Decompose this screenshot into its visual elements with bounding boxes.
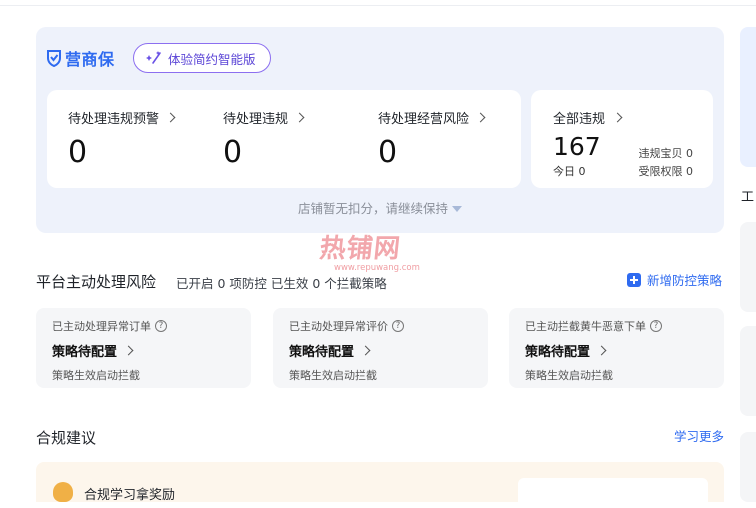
stat-label: 待处理违规 — [223, 108, 305, 127]
risk-card-scalper-orders: 已主动拦截黄牛恶意下单? 策略待配置 策略生效启动拦截 — [509, 308, 724, 388]
stat-pending-warning[interactable]: 待处理违规预警 0 — [68, 108, 176, 170]
risk-card-foot: 策略生效启动拦截 — [52, 369, 140, 382]
score-status-text: 店铺暂无扣分，请继续保持 — [297, 201, 448, 216]
stat-value: 0 — [223, 135, 243, 170]
configure-strategy-link[interactable]: 策略待配置 — [52, 341, 134, 360]
all-violations-value: 167 — [553, 132, 601, 161]
watermark: 热铺网 www.repuwang.com — [318, 228, 440, 278]
stat-value: 0 — [68, 135, 88, 170]
try-smart-edition-button[interactable]: 体验简约智能版 — [133, 43, 271, 73]
configure-strategy-link[interactable]: 策略待配置 — [289, 341, 371, 360]
add-strategy-label: 新增防控策略 — [647, 273, 723, 288]
violation-items-count: 违规宝贝 0 — [638, 147, 694, 160]
add-strategy-button[interactable]: 新增防控策略 — [627, 270, 722, 289]
top-divider — [0, 0, 756, 6]
shield-check-icon — [47, 50, 61, 67]
chevron-right-icon — [165, 112, 176, 123]
stat-label: 待处理经营风险 — [378, 108, 486, 127]
compliance-reward-card[interactable]: 合规学习拿奖励 — [36, 462, 724, 508]
right-panel-card[interactable] — [740, 326, 756, 416]
stat-pending-business-risk[interactable]: 待处理经营风险 0 — [378, 108, 486, 170]
all-violations-label: 全部违规 — [553, 108, 623, 127]
chevron-right-icon — [123, 345, 134, 356]
platform-risk-subtitle: 已开启 0 项防控 已生效 0 个拦截策略 — [176, 276, 387, 291]
pending-stats-panel: 待处理违规预警 0 待处理违规 0 待处理经营风险 0 — [47, 90, 521, 188]
risk-card-head: 已主动处理异常订单? — [52, 318, 167, 334]
help-icon[interactable]: ? — [650, 320, 662, 332]
reward-card-inner — [518, 478, 708, 508]
right-panel-card[interactable] — [740, 222, 756, 312]
score-status-toggle[interactable]: 店铺暂无扣分，请继续保持 — [36, 198, 724, 217]
chevron-right-icon — [596, 345, 607, 356]
chevron-right-icon — [294, 112, 305, 123]
caret-down-icon — [452, 205, 462, 212]
configure-strategy-link[interactable]: 策略待配置 — [525, 341, 607, 360]
compliance-reward-label: 合规学习拿奖励 — [84, 488, 176, 503]
right-panel-banner[interactable] — [740, 27, 756, 167]
risk-card-head: 已主动拦截黄牛恶意下单? — [525, 318, 662, 334]
risk-card-abnormal-reviews: 已主动处理异常评价? 策略待配置 策略生效启动拦截 — [273, 308, 488, 388]
sparkle-wand-icon — [146, 51, 161, 64]
all-violations-panel[interactable]: 全部违规 167 今日 0 违规宝贝 0 受限权限 0 — [531, 90, 713, 188]
plus-icon — [627, 272, 641, 287]
reward-icon — [53, 482, 73, 502]
stat-pending-violation[interactable]: 待处理违规 0 — [223, 108, 305, 170]
brand-logo: 营商保 — [46, 46, 115, 70]
right-panel-title: 工 — [741, 190, 755, 205]
chevron-right-icon — [360, 345, 371, 356]
platform-risk-title: 平台主动处理风险 — [36, 273, 157, 291]
brand-name: 营商保 — [65, 50, 115, 69]
risk-card-head: 已主动处理异常评价? — [289, 318, 404, 334]
stat-value: 0 — [378, 135, 398, 170]
chevron-right-icon — [612, 112, 623, 123]
compliance-title: 合规建议 — [36, 429, 97, 447]
risk-card-foot: 策略生效启动拦截 — [289, 369, 377, 382]
help-icon[interactable]: ? — [392, 320, 404, 332]
violation-overview-card: 营商保 体验简约智能版 待处理违规预警 0 待处理违规 0 待处理经营风险 0 … — [36, 27, 724, 233]
help-icon[interactable]: ? — [155, 320, 167, 332]
stat-label: 待处理违规预警 — [68, 108, 176, 127]
risk-card-abnormal-orders: 已主动处理异常订单? 策略待配置 策略生效启动拦截 — [36, 308, 251, 388]
chevron-right-icon — [475, 112, 486, 123]
restricted-permissions-count: 受限权限 0 — [638, 165, 694, 178]
try-smart-edition-label: 体验简约智能版 — [168, 51, 256, 67]
today-violations: 今日 0 — [553, 165, 586, 178]
learn-more-link[interactable]: 学习更多 — [674, 426, 724, 445]
watermark-main: 热铺网 — [318, 234, 403, 264]
risk-card-foot: 策略生效启动拦截 — [525, 369, 613, 382]
